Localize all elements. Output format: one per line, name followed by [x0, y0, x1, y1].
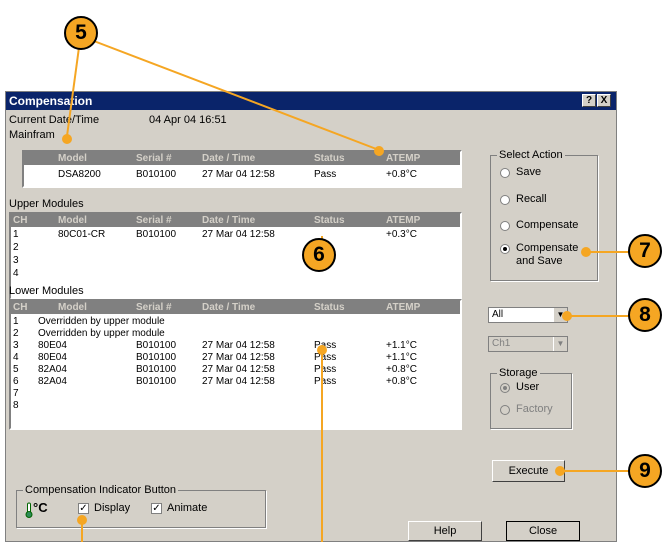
callout-line-5a: [66, 39, 81, 137]
callout-lines: [62, 37, 650, 542]
callout-dot: [317, 345, 327, 355]
callout-dot: [374, 146, 384, 156]
callout-6: 6: [302, 238, 336, 272]
callout-5: 5: [64, 16, 98, 50]
callout-dot: [555, 466, 565, 476]
callout-9: 9: [628, 454, 662, 488]
callout-dot: [581, 247, 591, 257]
callout-7: 7: [628, 234, 662, 268]
callout-dot: [562, 311, 572, 321]
callout-8: 8: [628, 298, 662, 332]
callout-dot: [77, 515, 87, 525]
callout-dot: [62, 134, 72, 144]
callout-line-5b: [85, 37, 380, 151]
